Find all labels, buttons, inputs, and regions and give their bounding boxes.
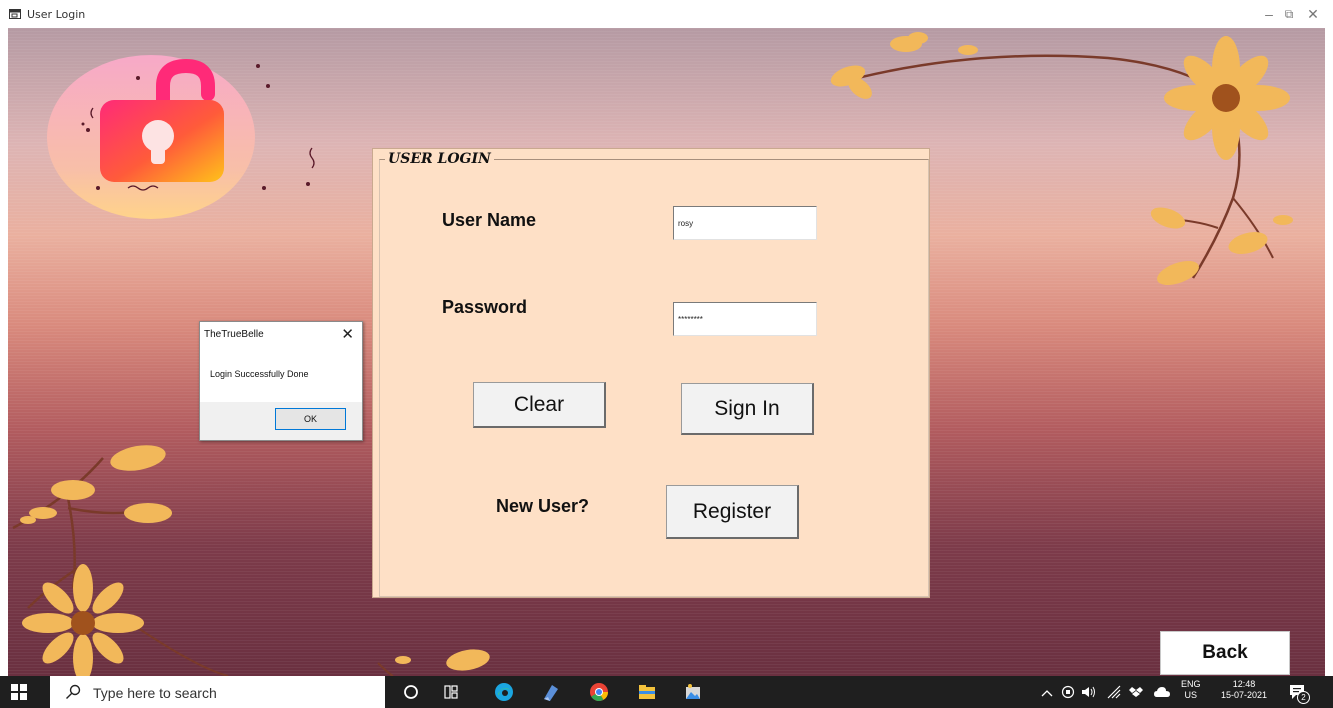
taskbar-search-box[interactable]: Type here to search <box>50 676 385 708</box>
photos-icon[interactable] <box>682 681 704 703</box>
dialog-close-icon[interactable]: ✕ <box>341 325 354 343</box>
window-title: User Login <box>27 8 86 21</box>
file-explorer-icon[interactable] <box>636 681 658 703</box>
dialog-footer: OK <box>200 402 362 440</box>
windows-taskbar: Type here to search ENG US 12:48 15-07-2… <box>0 676 1333 708</box>
app-window-icon <box>9 9 21 19</box>
volume-icon[interactable] <box>1081 685 1097 699</box>
new-user-label: New User? <box>496 496 590 516</box>
show-hidden-icons-icon[interactable] <box>1041 688 1053 698</box>
app-icon[interactable] <box>540 681 562 703</box>
cortana-icon[interactable] <box>400 681 422 703</box>
password-input[interactable] <box>673 302 817 336</box>
start-button[interactable] <box>0 676 50 708</box>
clock-time: 12:48 <box>1232 679 1256 689</box>
task-view-icon[interactable] <box>440 681 462 703</box>
language-code: ENG <box>1181 679 1201 689</box>
input-language-indicator[interactable]: ENG US <box>1181 679 1201 701</box>
search-icon <box>66 684 81 699</box>
clear-button[interactable]: Clear <box>473 382 606 428</box>
dialog-title: TheTrueBelle <box>204 329 264 340</box>
search-placeholder: Type here to search <box>93 685 217 701</box>
password-label: Password <box>442 297 528 317</box>
close-window-button[interactable]: ✕ <box>1298 4 1328 24</box>
windows-start-icon <box>11 684 27 700</box>
user-login-groupbox: USER LOGIN User Name Password Clear Sign… <box>372 148 930 598</box>
clock-date: 15-07-2021 <box>1220 690 1268 700</box>
meet-now-icon[interactable] <box>1061 685 1075 699</box>
window-titlebar: User Login – ⧉ ✕ <box>0 0 1333 28</box>
taskbar-clock[interactable]: 12:48 15-07-2021 <box>1214 679 1274 701</box>
user-login-heading: USER LOGIN <box>385 151 494 167</box>
username-input[interactable] <box>673 206 817 240</box>
onedrive-cloud-icon[interactable] <box>1154 686 1170 698</box>
chrome-icon[interactable] <box>588 681 610 703</box>
register-button[interactable]: Register <box>666 485 799 539</box>
notification-count-badge: 2 <box>1297 691 1310 704</box>
username-label: User Name <box>442 210 537 230</box>
notification-center-button[interactable]: 2 <box>1288 682 1310 704</box>
sign-in-button[interactable]: Sign In <box>681 383 814 435</box>
dialog-message: Login Successfully Done <box>210 369 309 379</box>
network-icon[interactable] <box>1106 685 1122 699</box>
region-code: US <box>1184 690 1198 700</box>
login-success-dialog: TheTrueBelle ✕ Login Successfully Done O… <box>199 321 363 441</box>
edge-icon[interactable] <box>493 681 515 703</box>
back-button[interactable]: Back <box>1160 631 1290 675</box>
dropbox-icon[interactable] <box>1129 685 1143 699</box>
dialog-ok-button[interactable]: OK <box>275 408 346 430</box>
